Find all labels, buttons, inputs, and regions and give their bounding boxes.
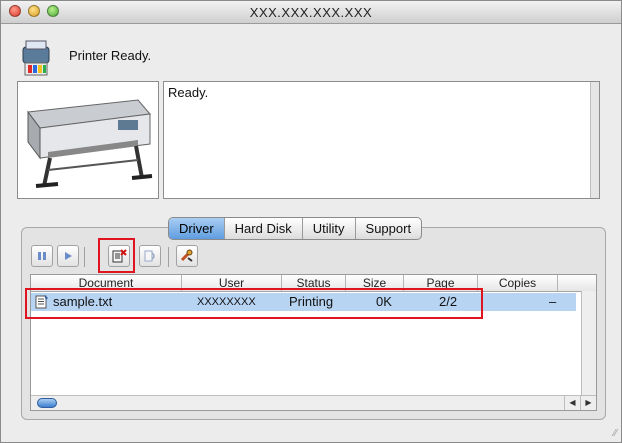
pause-button[interactable]	[31, 245, 53, 267]
column-header-copies[interactable]: Copies	[478, 275, 558, 291]
resume-job-button[interactable]	[139, 245, 161, 267]
large-format-printer-icon	[18, 82, 158, 198]
message-box: Ready.	[163, 81, 600, 199]
message-scrollbar[interactable]	[590, 82, 599, 198]
scroll-thumb[interactable]	[37, 398, 57, 408]
window-title: XXX.XXX.XXX.XXX	[249, 5, 373, 20]
scroll-right-icon[interactable]: ▶	[580, 396, 596, 410]
pause-icon	[38, 252, 46, 260]
delete-button-highlight	[98, 238, 135, 273]
printer-status-window: XXX.XXX.XXX.XXX Printer Ready. Ready. Dr…	[0, 0, 622, 443]
tab-hard-disk[interactable]: Hard Disk	[225, 218, 303, 239]
status-text: Printer Ready.	[69, 48, 152, 63]
job-row-highlight	[25, 288, 483, 319]
toolbar-separator	[168, 247, 169, 267]
column-header-blank	[558, 275, 596, 291]
tab-bar: Driver Hard Disk Utility Support	[168, 217, 423, 240]
tab-support[interactable]: Support	[356, 218, 422, 239]
scroll-arrows: ◀ ▶	[564, 396, 596, 410]
tools-button[interactable]	[176, 245, 198, 267]
printer-image	[17, 81, 159, 199]
play-button[interactable]	[57, 245, 79, 267]
title-bar[interactable]: XXX.XXX.XXX.XXX	[1, 1, 621, 24]
toolbar-separator	[84, 247, 85, 267]
message-text: Ready.	[168, 85, 209, 100]
resume-icon	[144, 250, 155, 262]
tab-driver[interactable]: Driver	[169, 218, 225, 239]
table-vertical-scrollbar[interactable]	[581, 291, 596, 395]
play-icon	[65, 252, 72, 260]
tools-icon	[180, 249, 193, 262]
tab-utility[interactable]: Utility	[303, 218, 356, 239]
printer-status-icon	[22, 40, 50, 76]
resize-grip-icon[interactable]: ⁄⁄	[614, 428, 617, 439]
table-horizontal-scrollbar[interactable]: ◀ ▶	[31, 395, 596, 410]
scroll-left-icon[interactable]: ◀	[564, 396, 580, 410]
job-copies: –	[549, 294, 557, 309]
